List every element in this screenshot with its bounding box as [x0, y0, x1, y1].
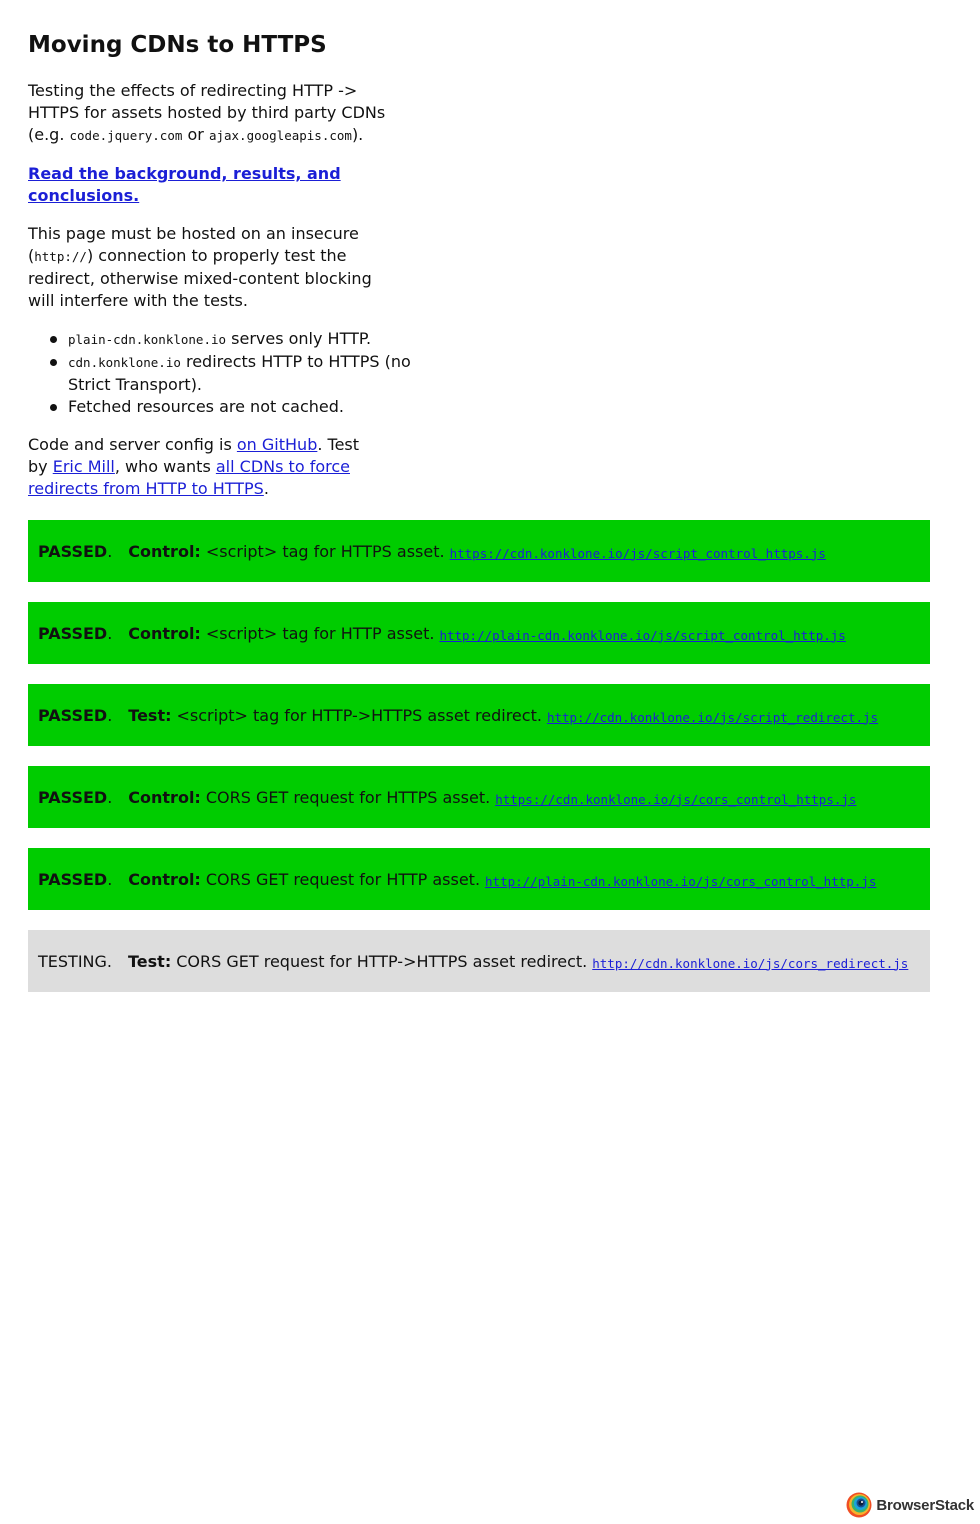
intro-section: Testing the effects of redirecting HTTP …: [28, 80, 400, 312]
test-result-row: TESTING. Test: CORS GET request for HTTP…: [28, 930, 930, 992]
test-asset-link[interactable]: https://cdn.konklone.io/js/script_contro…: [450, 546, 826, 561]
test-kind: Control:: [128, 869, 201, 889]
list-item: cdn.konklone.io redirects HTTP to HTTPS …: [50, 351, 438, 396]
list-item-text: serves only HTTP.: [226, 329, 372, 348]
test-result-row: PASSED. Control: <script> tag for HTTP a…: [28, 602, 930, 664]
intro-text-after: ).: [351, 125, 364, 144]
test-asset-link[interactable]: http://plain-cdn.konklone.io/js/cors_con…: [485, 874, 876, 889]
test-result-row: PASSED. Control: <script> tag for HTTPS …: [28, 520, 930, 582]
background-link[interactable]: Read the background, results, and conclu…: [28, 164, 341, 205]
list-item: plain-cdn.konklone.io serves only HTTP.: [50, 328, 438, 351]
test-status-dot: .: [107, 787, 113, 807]
intro-paragraph: Testing the effects of redirecting HTTP …: [28, 80, 400, 147]
test-status: PASSED: [38, 705, 108, 725]
browserstack-logo-icon: [846, 1492, 872, 1518]
test-results: PASSED. Control: <script> tag for HTTPS …: [28, 520, 930, 992]
list-item-text: Fetched resources are not cached.: [68, 397, 344, 416]
intro-text-middle: or: [182, 125, 209, 144]
github-link[interactable]: on GitHub: [237, 435, 317, 454]
bullet-icon: [50, 336, 57, 343]
intro-code-googleapis: ajax.googleapis.com: [208, 128, 352, 143]
test-description: CORS GET request for HTTPS asset.: [205, 787, 491, 807]
test-description: CORS GET request for HTTP->HTTPS asset r…: [176, 951, 588, 971]
list-item-code: plain-cdn.konklone.io: [68, 332, 227, 347]
browserstack-label: BrowserStack: [876, 1496, 974, 1514]
test-kind: Test:: [128, 951, 172, 971]
server-notes-list: plain-cdn.konklone.io serves only HTTP. …: [28, 328, 438, 418]
intro-code-jquery: code.jquery.com: [69, 128, 183, 143]
test-status: PASSED: [38, 541, 108, 561]
insecure-note-code: http://: [34, 249, 87, 264]
test-description: <script> tag for HTTP asset.: [205, 623, 435, 643]
list-item: Fetched resources are not cached.: [50, 396, 438, 418]
test-status-dot: .: [107, 541, 113, 561]
bullet-icon: [50, 359, 57, 366]
page-title: Moving CDNs to HTTPS: [28, 32, 327, 58]
credits-text: Code and server config is: [28, 435, 237, 454]
test-status-dot: .: [107, 705, 113, 725]
test-status-dot: .: [106, 951, 112, 971]
test-status: PASSED: [38, 869, 108, 889]
bullet-icon: [50, 404, 57, 411]
test-status: PASSED: [38, 787, 108, 807]
test-result-row: PASSED. Control: CORS GET request for HT…: [28, 766, 930, 828]
test-asset-link[interactable]: http://cdn.konklone.io/js/script_redirec…: [547, 710, 878, 725]
list-item-code: cdn.konklone.io: [68, 355, 181, 370]
test-asset-link[interactable]: http://cdn.konklone.io/js/cors_redirect.…: [592, 956, 908, 971]
author-link[interactable]: Eric Mill: [53, 457, 115, 476]
test-kind: Test:: [128, 705, 172, 725]
credits-text: .: [263, 479, 269, 498]
test-asset-link[interactable]: https://cdn.konklone.io/js/cors_control_…: [495, 792, 856, 807]
test-status: TESTING: [38, 951, 107, 971]
test-kind: Control:: [128, 623, 201, 643]
test-result-row: PASSED. Control: CORS GET request for HT…: [28, 848, 930, 910]
test-description: <script> tag for HTTPS asset.: [205, 541, 445, 561]
test-asset-link[interactable]: http://plain-cdn.konklone.io/js/script_c…: [439, 628, 845, 643]
test-description: <script> tag for HTTP->HTTPS asset redir…: [176, 705, 542, 725]
test-status: PASSED: [38, 623, 108, 643]
background-paragraph: Read the background, results, and conclu…: [28, 163, 400, 207]
credits-paragraph: Code and server config is on GitHub. Tes…: [28, 434, 373, 500]
insecure-note: This page must be hosted on an insecure …: [28, 223, 400, 312]
test-kind: Control:: [128, 787, 201, 807]
page-content: Moving CDNs to HTTPS Testing the effects…: [28, 28, 930, 1012]
test-result-row: PASSED. Test: <script> tag for HTTP->HTT…: [28, 684, 930, 746]
credits-text: , who wants: [114, 457, 216, 476]
test-status-dot: .: [107, 869, 113, 889]
test-status-dot: .: [107, 623, 113, 643]
test-kind: Control:: [128, 541, 201, 561]
test-description: CORS GET request for HTTP asset.: [205, 869, 481, 889]
browserstack-badge: BrowserStack: [846, 1491, 974, 1519]
